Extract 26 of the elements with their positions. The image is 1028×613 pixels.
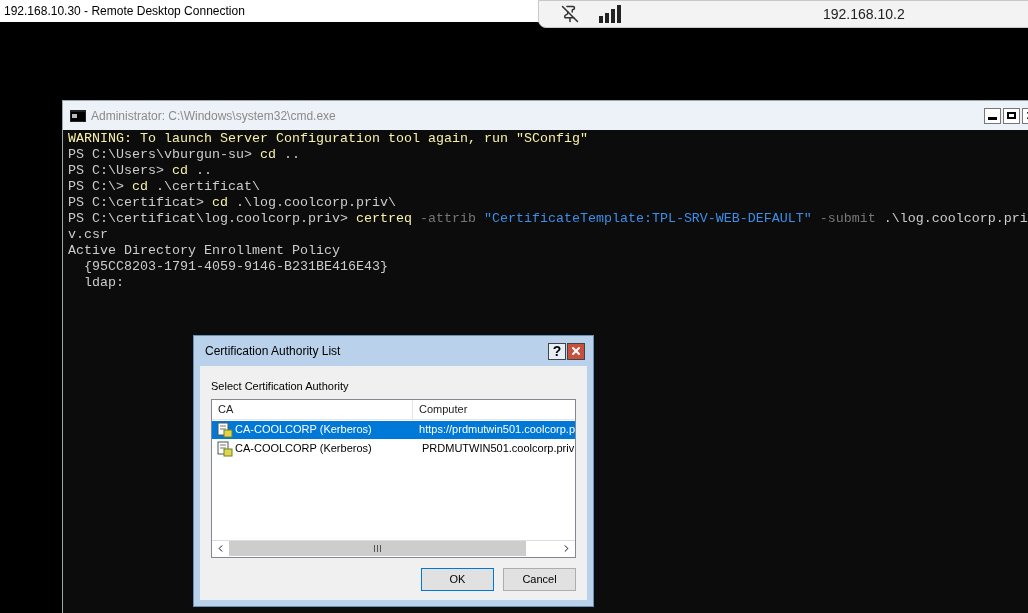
table-cell-text: https://prdmutwin501.coolcorp.p — [418, 422, 575, 438]
console-line: {95CC8203-1791-4059-9146-B231BE416E43} — [83, 259, 388, 275]
host-address: 192.168.10.2 — [823, 4, 905, 24]
console-line: Active Directory Enrollment Policy — [68, 243, 340, 259]
console-line: PS C:\Users> cd .. — [68, 163, 212, 179]
help-button[interactable]: ? — [548, 342, 566, 360]
console-line: WARNING: To launch Server Configuration tool again, run "SConfig" — [68, 131, 588, 147]
console-line: v.csr — [68, 227, 108, 243]
dialog-button[interactable]: OK — [421, 567, 494, 591]
table-cell-text: CA-COOLCORP (Kerberos) — [234, 422, 373, 438]
column-header[interactable]: Computer — [413, 399, 575, 420]
list-row[interactable]: CA-COOLCORP (Kerberos) PRDMUTWIN501.coolcorp.priv — [212, 439, 575, 458]
console-line: PS C:\certificat> cd .\log.coolcorp.priv\ — [68, 195, 396, 211]
column-header[interactable]: CA — [212, 399, 413, 420]
console-line: PS C:\Users\vburgun-su> cd .. — [68, 147, 300, 163]
console-line: PS C:\certificat\log.coolcorp.priv> certreq -attrib "CertificateTemplate:TPL-SRV-WEB-DEFAULT" -submit .\log.coolcorp.pri — [68, 211, 1028, 227]
table-cell-text: CA-COOLCORP (Kerberos) — [234, 441, 373, 457]
console-line: PS C:\> cd .\certificat\ — [68, 179, 260, 195]
console-line: ldap: — [83, 275, 124, 291]
window-title: Administrator: C:\Windows\system32\cmd.exe — [91, 107, 336, 125]
list-row[interactable]: CA-COOLCORP (Kerberos) https://prdmutwin501.coolcorp.p — [212, 420, 575, 439]
table-cell-text: PRDMUTWIN501.coolcorp.priv — [421, 441, 575, 457]
window-title: 192.168.10.30 - Remote Desktop Connection — [4, 3, 245, 20]
dialog-button[interactable]: Cancel — [503, 567, 576, 591]
list-prompt: Select Certification Authority — [211, 379, 350, 394]
dialog-title: Certification Authority List — [205, 343, 341, 360]
